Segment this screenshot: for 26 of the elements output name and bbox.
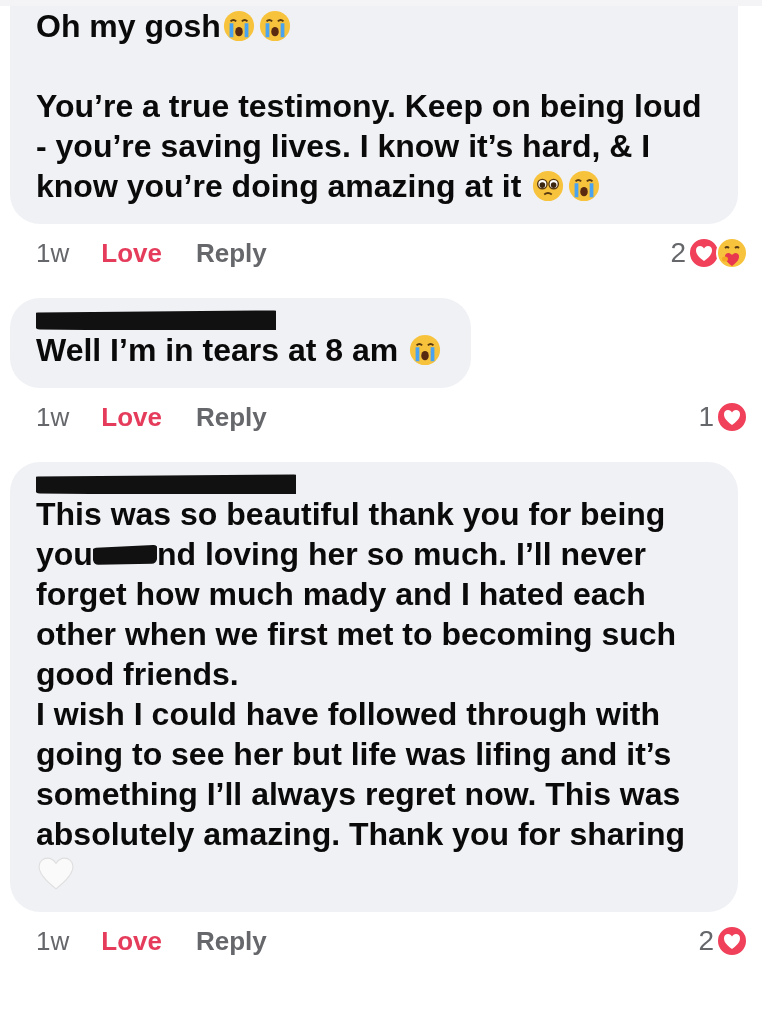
reply-link[interactable]: Reply — [195, 233, 267, 273]
reply-link[interactable]: Reply — [195, 397, 267, 437]
love-reaction-icon — [716, 925, 748, 957]
reaction-count: 2 — [698, 924, 714, 958]
pleading-face-icon — [532, 170, 565, 202]
reaction-count: 1 — [698, 400, 714, 434]
comment-text: I wish I could have followed through with going to see her but life was lifing and it’s something I’ll always regret now. This was absolutely amazing. Thank you for sharing — [36, 694, 710, 894]
reply-link[interactable]: Reply — [195, 921, 267, 961]
comment-text: Well I’m in tears at 8 am — [36, 330, 444, 370]
crying-face-icon — [409, 334, 442, 366]
love-reaction-icon — [688, 237, 720, 269]
love-link[interactable]: Love — [101, 921, 162, 961]
comment-text: This was so beautiful thank you for being you nd loving her so much. I’ll never forget how much mady and I hated each other when we first met to becoming such good friends. — [36, 495, 678, 694]
care-reaction-icon — [716, 237, 748, 269]
love-reaction-icon — [716, 401, 748, 433]
crying-face-icon — [258, 10, 291, 42]
comment-time: 1w — [36, 400, 70, 434]
heart-icon — [38, 857, 74, 891]
reaction-count: 2 — [670, 236, 686, 270]
crying-face-icon — [222, 10, 255, 42]
comment-text: Oh my gosh You’re a true testimony. Keep on being loud - you’re saving lives. I know it’s hard, & I know you’re doing amazing at it — [36, 7, 703, 206]
crying-face-icon — [568, 170, 601, 202]
comment-time: 1w — [36, 924, 70, 958]
love-link[interactable]: Love — [101, 397, 162, 437]
comment-time: 1w — [36, 236, 70, 270]
love-link[interactable]: Love — [101, 233, 162, 273]
